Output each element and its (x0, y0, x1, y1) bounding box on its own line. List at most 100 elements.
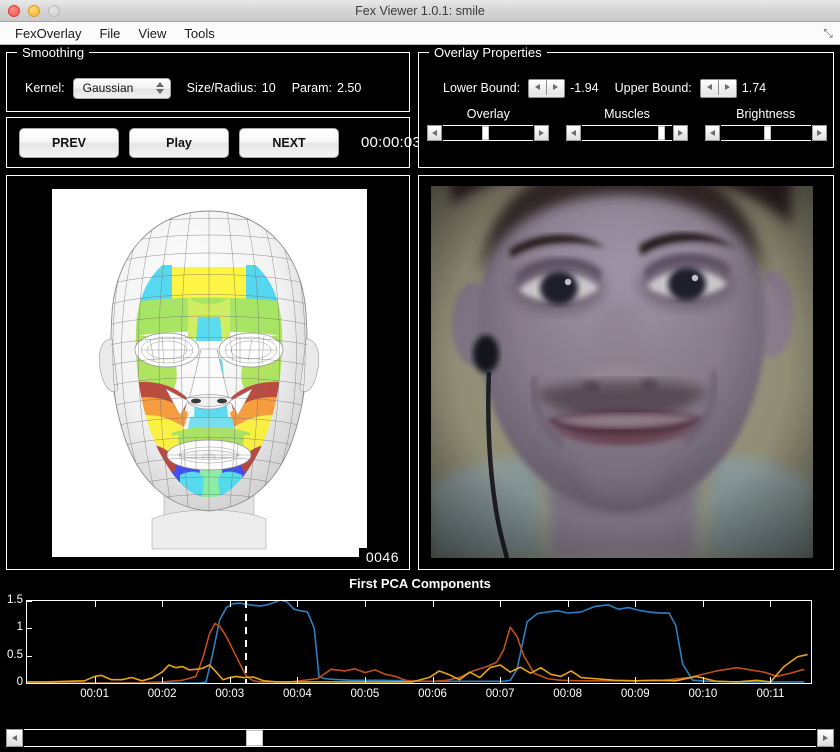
kernel-select[interactable]: Gaussian (72, 77, 171, 99)
chart-xtick-label: 00:03 (215, 688, 245, 700)
kernel-label: Kernel: (25, 81, 65, 95)
brightness-slider-group: Brightness (696, 107, 835, 163)
muscles-slider-group: Muscles (558, 107, 697, 163)
video-frame-image (431, 186, 813, 558)
face-model-render[interactable] (52, 189, 367, 557)
chart-xtick (162, 677, 164, 683)
upper-bound-stepper[interactable] (699, 78, 737, 98)
overlay-slider-track[interactable] (443, 125, 534, 141)
upper-bound-increment-icon[interactable] (717, 79, 736, 95)
pca-chart: First PCA Components 0 0.5 1 1.5 00:01 00:02… (0, 576, 840, 724)
overlay-slider[interactable] (427, 125, 550, 141)
chart-xtick (229, 677, 231, 683)
timeline-scroll-right-icon[interactable] (817, 729, 834, 747)
param-label: Param: (291, 81, 332, 95)
muscles-slider-label: Muscles (604, 107, 650, 121)
chart-xtick (702, 601, 704, 607)
timeline-scroll-track[interactable] (24, 729, 816, 747)
timeline-scroll-left-icon[interactable] (6, 729, 23, 747)
chart-xtick (94, 677, 96, 683)
chevron-updown-icon (155, 82, 164, 94)
chart-xtick (162, 601, 164, 607)
face-model-pane[interactable]: 0046 (6, 175, 410, 570)
lower-bound-increment-icon[interactable] (546, 79, 565, 95)
lower-bound-stepper[interactable] (528, 78, 566, 98)
chart-ytick-label: 1 (16, 621, 23, 634)
chart-xtick (635, 601, 637, 607)
chart-xtick-label: 00:09 (620, 688, 650, 700)
play-button[interactable]: Play (129, 127, 229, 158)
video-frame[interactable] (431, 186, 813, 558)
size-radius-label: Size/Radius: (186, 81, 257, 95)
overlay-slider-group: Overlay (419, 107, 558, 163)
menu-fexoverlay[interactable]: FexOverlay (6, 25, 90, 42)
upper-bound-decrement-icon[interactable] (700, 79, 718, 95)
brightness-slider-thumb[interactable] (764, 126, 772, 140)
brightness-slider-track[interactable] (720, 125, 811, 141)
chart-ytick (27, 683, 32, 684)
lower-bound-decrement-icon[interactable] (529, 79, 547, 95)
smoothing-legend: Smoothing (17, 45, 90, 60)
chart-xtick (432, 601, 434, 607)
chart-xtick (94, 601, 96, 607)
video-pane[interactable] (418, 175, 834, 570)
chart-xtick (364, 601, 366, 607)
next-button[interactable]: NEXT (239, 127, 339, 158)
chart-xtick-label: 00:02 (147, 688, 177, 700)
timeline-scrollbar[interactable] (6, 729, 834, 747)
overlay-properties-legend: Overlay Properties (429, 45, 547, 60)
chart-xtick (297, 601, 299, 607)
size-radius-value: 10 (261, 81, 276, 95)
chart-xtick-label: 00:01 (80, 688, 109, 700)
chart-line-pc3 (27, 655, 808, 682)
playhead-cursor[interactable] (245, 601, 248, 683)
chart-xtick (567, 677, 569, 683)
overlay-properties-group: Overlay Properties Lower Bound: -1.94 Up… (418, 45, 835, 168)
chart-xtick (567, 601, 569, 607)
menubar: FexOverlay File View Tools ⤡ (0, 22, 840, 45)
chart-xtick (432, 677, 434, 683)
transport-group: PREV Play NEXT 00:00:03.232 (6, 117, 451, 168)
kernel-select-value: Gaussian (82, 81, 134, 95)
chart-xtick-label: 00:07 (485, 688, 515, 700)
upper-bound-value: 1.74 (741, 81, 767, 95)
chart-xtick (500, 601, 502, 607)
overlay-slider-right-icon[interactable] (534, 125, 550, 141)
overlay-slider-label: Overlay (466, 107, 510, 121)
chart-ytick-label: 0 (16, 676, 23, 688)
resize-handle-icon[interactable]: ⤡ (820, 25, 836, 41)
menu-view[interactable]: View (129, 25, 175, 42)
overlay-sliders: Overlay Muscles Brightness (419, 107, 835, 163)
frame-number-label: 0046 (358, 548, 406, 566)
lower-bound-value: -1.94 (570, 81, 599, 95)
chart-xtick-label: 00:06 (418, 688, 447, 700)
brightness-slider-left-icon[interactable] (704, 125, 720, 141)
brightness-slider[interactable] (704, 125, 827, 141)
muscles-slider-right-icon[interactable] (673, 125, 688, 141)
chart-xtick-label: 00:11 (756, 688, 785, 700)
muscles-slider-track[interactable] (582, 125, 672, 141)
smoothing-group: Smoothing Kernel: Gaussian Size/Radius: … (6, 45, 410, 112)
brightness-slider-label: Brightness (736, 107, 796, 121)
prev-button[interactable]: PREV (19, 127, 119, 158)
muscles-slider[interactable] (566, 125, 688, 141)
chart-xtick (500, 677, 502, 683)
chart-xtick (229, 601, 231, 607)
fex-viewer-window: Fex Viewer 1.0.1: smile FexOverlay File … (0, 0, 840, 752)
chart-ytick (27, 655, 32, 657)
chart-title: First PCA Components (349, 576, 491, 591)
chart-plot-area[interactable] (26, 600, 812, 684)
overlay-slider-thumb[interactable] (481, 126, 489, 140)
menu-file[interactable]: File (90, 25, 129, 42)
menu-tools[interactable]: Tools (175, 25, 223, 42)
overlay-slider-left-icon[interactable] (427, 125, 443, 141)
muscles-slider-left-icon[interactable] (566, 125, 581, 141)
timeline-scroll-thumb[interactable] (245, 730, 263, 746)
chart-xtick (364, 677, 366, 683)
chart-ytick (27, 601, 32, 602)
chart-xtick (770, 601, 772, 607)
chart-xtick (702, 677, 704, 683)
muscles-slider-thumb[interactable] (658, 126, 666, 140)
brightness-slider-right-icon[interactable] (811, 125, 827, 141)
chart-xtick-label: 00:05 (350, 688, 380, 700)
